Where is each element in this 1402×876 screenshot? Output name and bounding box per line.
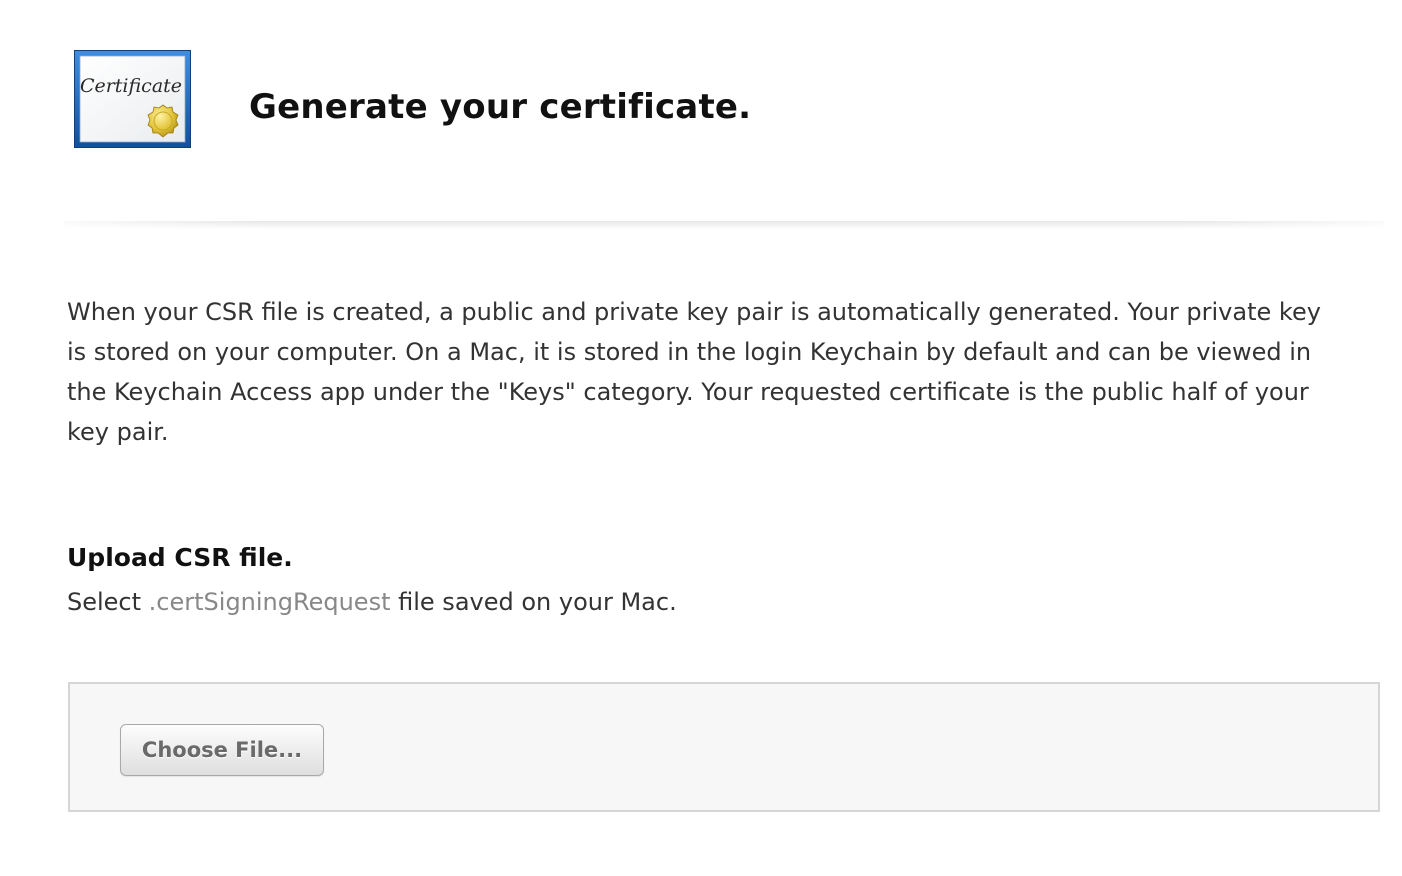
instruction-prefix: Select	[67, 588, 149, 616]
upload-instruction: Select .certSigningRequest file saved on…	[67, 582, 677, 622]
file-extension-text: .certSigningRequest	[148, 588, 391, 616]
instruction-suffix: file saved on your Mac.	[390, 588, 677, 616]
csr-description: When your CSR file is created, a public …	[67, 298, 1321, 446]
upload-heading: Upload CSR file.	[67, 543, 293, 572]
upload-panel: Choose File...	[68, 682, 1380, 812]
certificate-page: Certificate Generate your certificate. W…	[0, 0, 1402, 876]
certificate-icon: Certificate	[74, 50, 191, 148]
page-title: Generate your certificate.	[249, 87, 752, 127]
svg-text:Certificate: Certificate	[80, 75, 182, 97]
choose-file-button[interactable]: Choose File...	[120, 724, 324, 776]
section-divider	[64, 221, 1384, 229]
